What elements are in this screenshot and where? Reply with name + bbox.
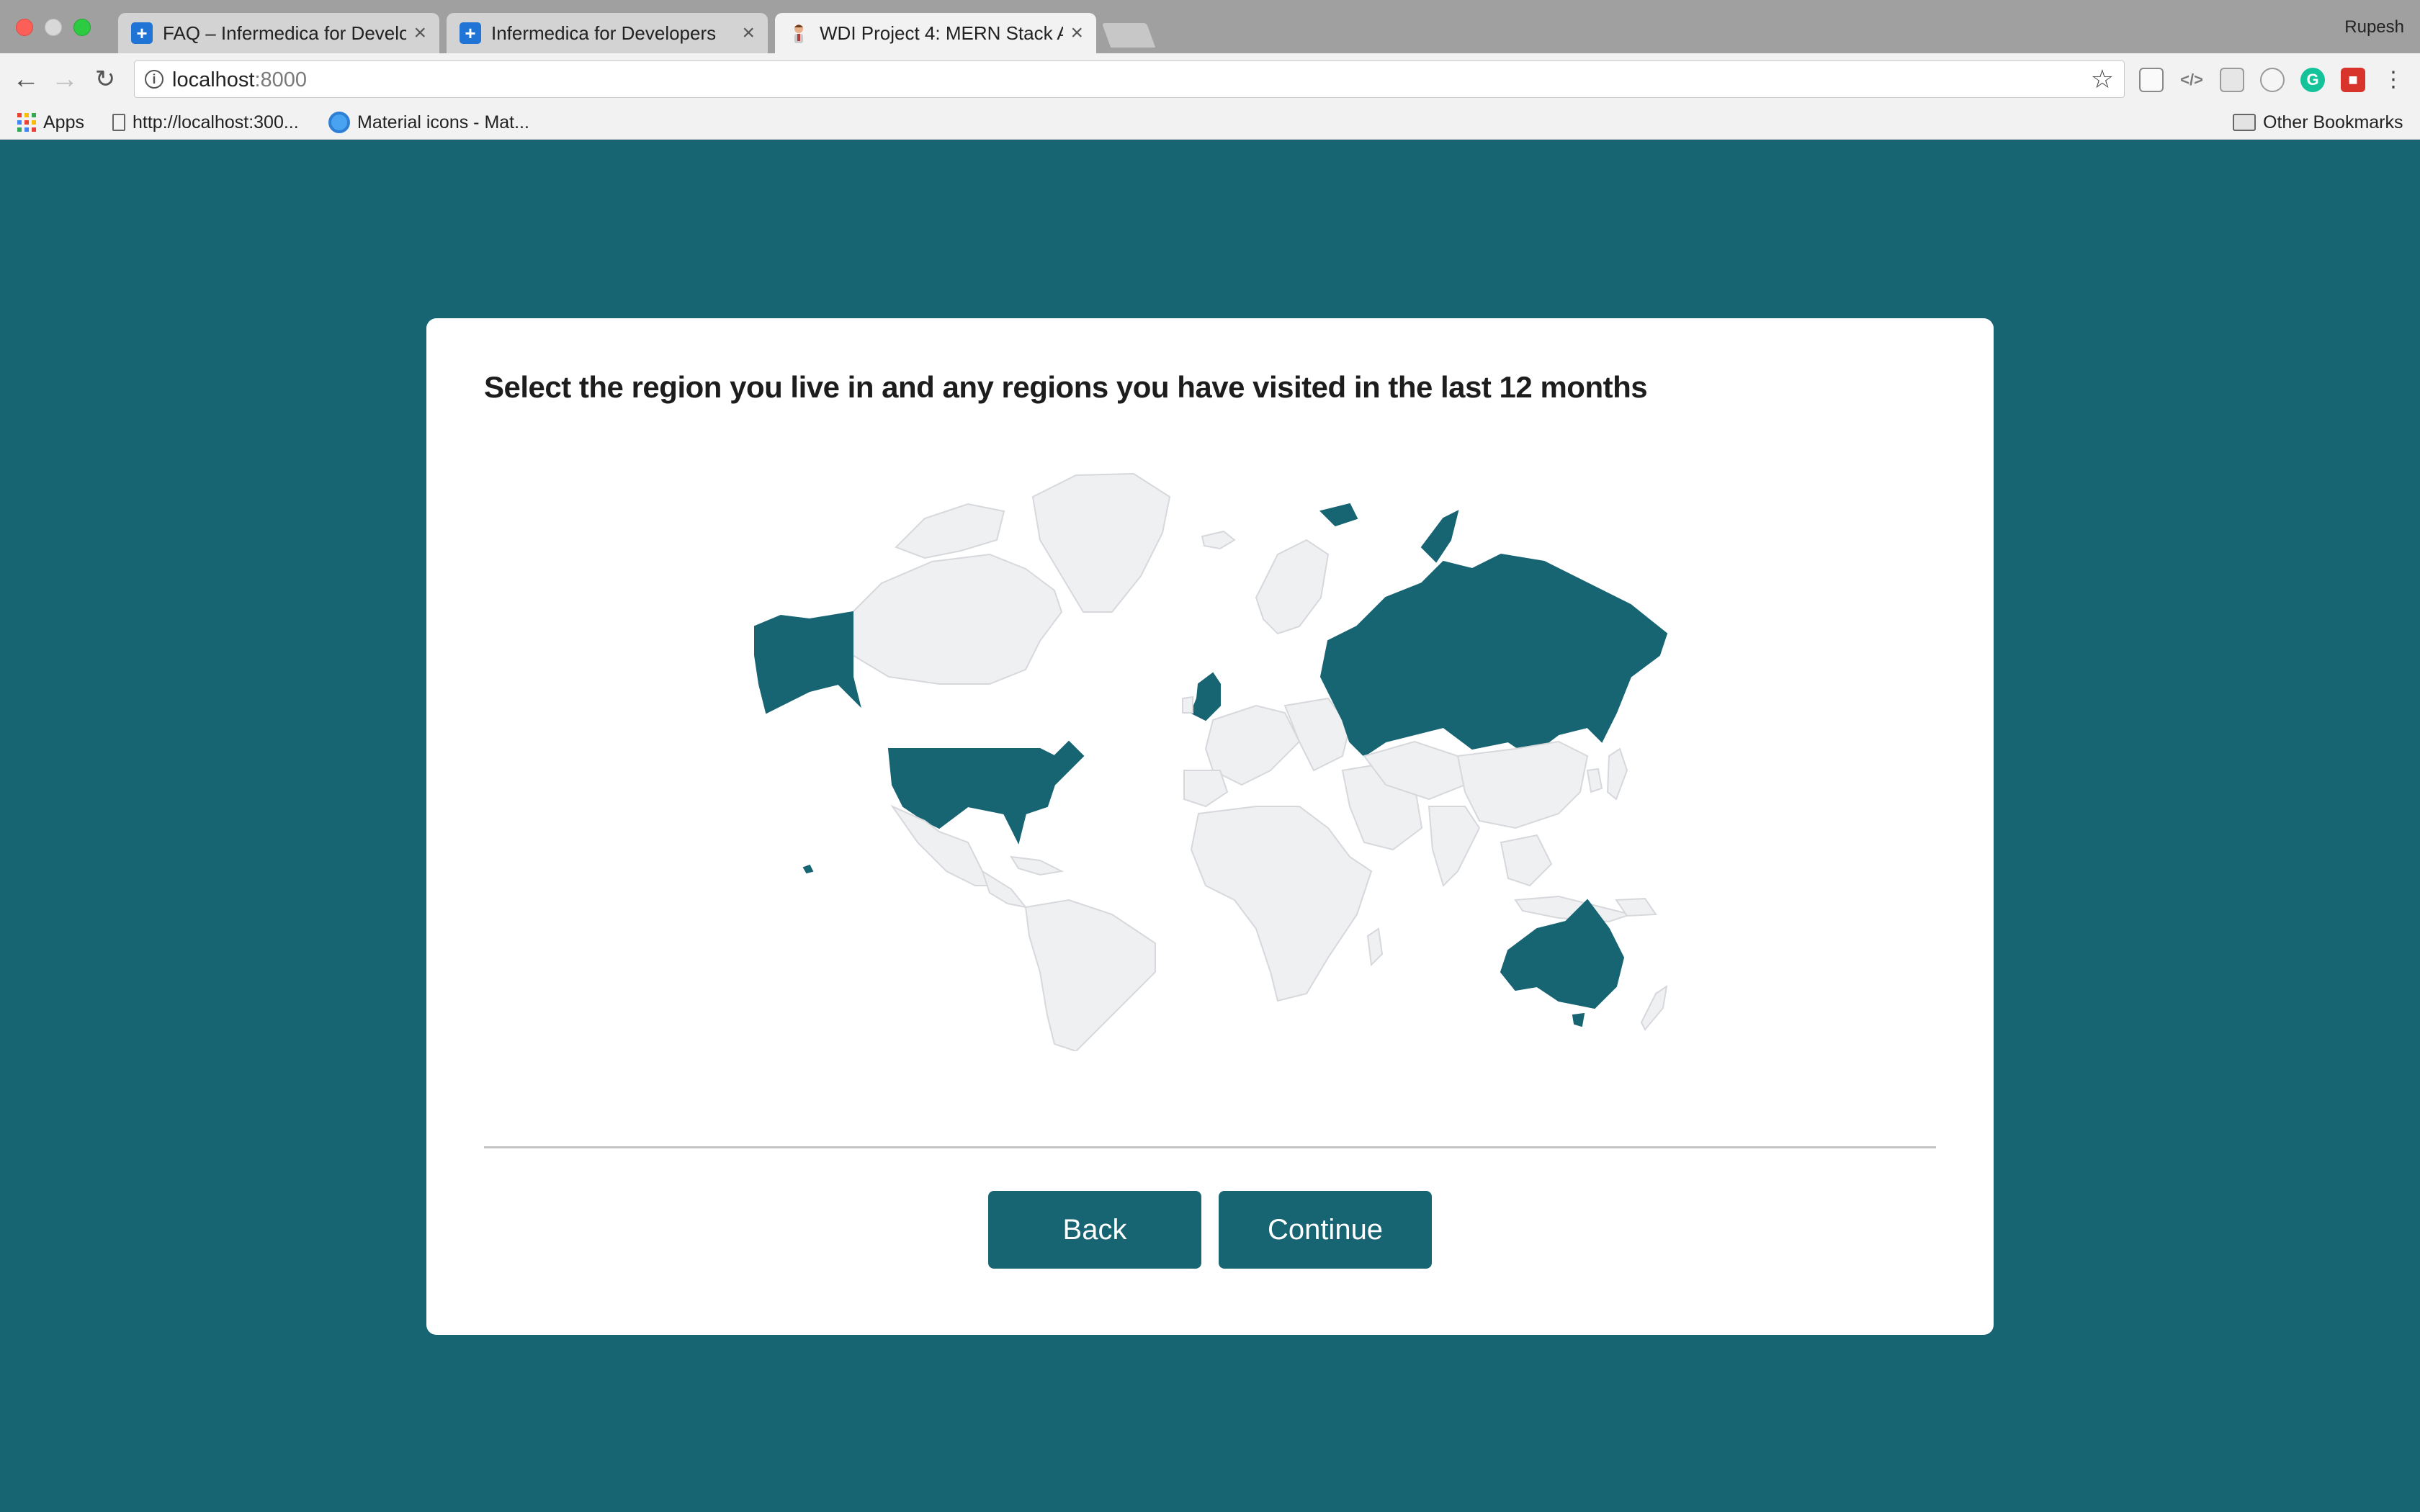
region-china-mongolia[interactable]: [1456, 740, 1589, 829]
page-icon: [112, 114, 125, 131]
back-button[interactable]: Back: [988, 1191, 1201, 1269]
browser-toolbar: ← → ↻ i localhost:8000 ☆ </> G ■ ⋮: [0, 53, 2420, 107]
close-window-button[interactable]: [16, 19, 33, 36]
maximize-window-button[interactable]: [73, 19, 91, 36]
apps-grid-icon: [17, 113, 36, 132]
tab-title: FAQ – Infermedica for Developers: [163, 22, 407, 44]
close-icon[interactable]: ×: [742, 21, 755, 45]
region-united-kingdom[interactable]: [1190, 672, 1221, 721]
menu-dots-icon[interactable]: ⋮: [2381, 68, 2406, 92]
region-india[interactable]: [1428, 806, 1481, 887]
profile-name[interactable]: Rupesh: [2344, 17, 2404, 37]
extension-red-icon[interactable]: ■: [2341, 68, 2365, 92]
extension-page-icon[interactable]: [2139, 68, 2164, 92]
tab-faq[interactable]: + FAQ – Infermedica for Developers ×: [118, 13, 439, 53]
forward-arrow-icon[interactable]: →: [50, 65, 79, 94]
new-tab-button[interactable]: [1101, 23, 1156, 48]
minimize-window-button[interactable]: [45, 19, 62, 36]
divider: [484, 1146, 1936, 1148]
infermedica-plus-icon: +: [131, 22, 153, 44]
tab-title: Infermedica for Developers: [491, 22, 717, 44]
continue-button[interactable]: Continue: [1219, 1191, 1432, 1269]
region-novaya-zemlya[interactable]: [1420, 510, 1459, 563]
bookmark-star-icon[interactable]: ☆: [2091, 64, 2114, 94]
region-hawaii[interactable]: [802, 864, 814, 874]
infermedica-plus-icon: +: [460, 22, 481, 44]
region-iberia[interactable]: [1183, 770, 1229, 808]
url-text[interactable]: localhost:8000: [172, 68, 307, 92]
region-caribbean[interactable]: [1010, 855, 1065, 876]
extension-layout-icon[interactable]: [2220, 68, 2244, 92]
reload-icon[interactable]: ↻: [91, 65, 120, 94]
region-korea[interactable]: [1586, 768, 1603, 793]
tab-title: WDI Project 4: MERN Stack App: [820, 22, 1064, 44]
region-tasmania[interactable]: [1572, 1012, 1585, 1027]
person-icon: [788, 22, 810, 44]
address-bar[interactable]: i localhost:8000 ☆: [134, 60, 2125, 98]
region-south-america[interactable]: [1024, 899, 1156, 1051]
region-southeast-asia[interactable]: [1500, 834, 1553, 887]
bookmark-other[interactable]: Other Bookmarks: [2233, 109, 2403, 135]
region-canada[interactable]: [852, 553, 1063, 685]
region-ireland[interactable]: [1182, 696, 1193, 714]
code-icon[interactable]: </>: [2179, 68, 2204, 92]
bookmark-localhost[interactable]: http://localhost:300...: [112, 109, 299, 135]
bookmark-label: Other Bookmarks: [2263, 112, 2403, 132]
grammarly-icon[interactable]: G: [2300, 68, 2325, 92]
region-selection-card: Select the region you live in and any re…: [426, 318, 1994, 1335]
tab-wdi-project[interactable]: WDI Project 4: MERN Stack App ×: [775, 13, 1096, 53]
region-russia[interactable]: [1319, 553, 1668, 757]
region-africa[interactable]: [1190, 806, 1373, 1002]
bookmarks-bar: Apps http://localhost:300... Material ic…: [0, 107, 2420, 140]
extension-circle-icon[interactable]: [2260, 68, 2285, 92]
region-madagascar[interactable]: [1366, 927, 1384, 967]
bookmark-material-icons[interactable]: Material icons - Mat...: [328, 109, 529, 135]
region-alaska[interactable]: [754, 611, 861, 714]
tab-infermedica[interactable]: + Infermedica for Developers ×: [447, 13, 768, 53]
question-heading: Select the region you live in and any re…: [484, 370, 1648, 404]
bookmark-label: http://localhost:300...: [133, 112, 299, 132]
bookmark-label: Material icons - Mat...: [357, 112, 529, 132]
region-new-zealand[interactable]: [1640, 984, 1668, 1031]
folder-icon: [2233, 114, 2256, 131]
region-svalbard[interactable]: [1319, 503, 1358, 527]
close-icon[interactable]: ×: [1070, 21, 1083, 45]
material-icons-logo: [328, 112, 350, 133]
region-iceland[interactable]: [1201, 530, 1236, 550]
region-japan[interactable]: [1606, 747, 1628, 801]
info-icon[interactable]: i: [145, 70, 163, 89]
close-icon[interactable]: ×: [413, 21, 426, 45]
region-canadian-arctic[interactable]: [895, 503, 1005, 559]
region-central-america[interactable]: [981, 869, 1028, 909]
browser-tab-strip: + FAQ – Infermedica for Developers × + I…: [0, 0, 2420, 53]
back-arrow-icon[interactable]: ←: [12, 65, 40, 94]
bookmark-label: Apps: [43, 112, 84, 132]
world-map: [754, 472, 1668, 1051]
region-scandinavia[interactable]: [1255, 539, 1330, 635]
bookmark-apps[interactable]: Apps: [17, 109, 84, 135]
